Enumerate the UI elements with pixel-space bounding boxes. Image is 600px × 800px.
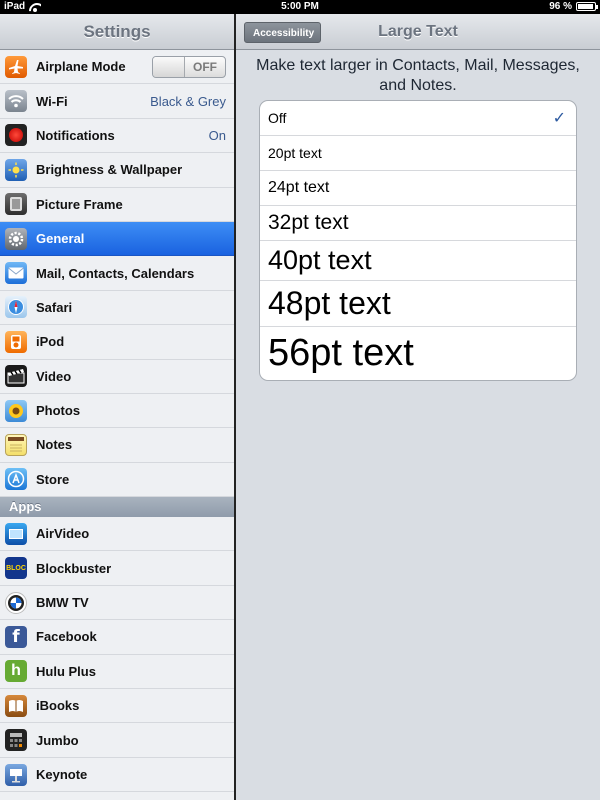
- sidebar-item-general[interactable]: General: [0, 221, 234, 257]
- sidebar-item-notifications[interactable]: Notifications On: [0, 118, 234, 154]
- text-size-option-20pt[interactable]: 20pt text: [260, 136, 576, 171]
- option-label: 56pt text: [268, 332, 414, 374]
- sidebar-item-label: BMW TV: [36, 595, 89, 611]
- sidebar-item-label: Jumbo: [36, 732, 79, 748]
- option-label: 32pt text: [268, 211, 349, 234]
- sidebar-item-notes[interactable]: Notes: [0, 428, 234, 463]
- app-store-icon: [5, 468, 27, 491]
- sidebar-item-label: Mail, Contacts, Calendars: [36, 265, 195, 281]
- wifi-icon: [5, 90, 27, 113]
- blockbuster-icon: BLOC: [5, 557, 27, 580]
- apps-section-header: Apps: [0, 497, 234, 518]
- clapperboard-icon: [5, 365, 27, 388]
- option-label: 48pt text: [268, 285, 391, 321]
- wifi-network-value: Black & Grey: [150, 93, 226, 109]
- calculator-icon: [5, 729, 27, 752]
- option-label: 40pt text: [268, 245, 372, 275]
- text-size-option-off[interactable]: Off ✓: [260, 101, 576, 136]
- sidebar-item-airplane-mode[interactable]: Airplane Mode OFF: [0, 50, 234, 85]
- keynote-icon: [5, 763, 27, 786]
- sidebar-item-label: Blockbuster: [36, 560, 112, 576]
- airplane-icon: [5, 55, 27, 78]
- sidebar-item-label: Hulu Plus: [36, 663, 96, 679]
- detail-pane: Large Text Accessibility Make text large…: [236, 14, 600, 800]
- sidebar-item-label: iPod: [36, 334, 65, 350]
- sidebar-item-blockbuster[interactable]: BLOC Blockbuster: [0, 551, 234, 586]
- sidebar-item-label: General: [36, 231, 85, 247]
- back-button[interactable]: Accessibility: [244, 22, 322, 43]
- settings-title: Settings: [0, 14, 234, 50]
- hulu-icon: h: [5, 660, 27, 683]
- option-label: Off: [268, 110, 287, 126]
- notepad-icon: [5, 433, 27, 456]
- status-bar: iPad 5:00 PM 96 %: [0, 0, 600, 14]
- text-size-option-40pt[interactable]: 40pt text: [260, 241, 576, 281]
- text-size-option-32pt[interactable]: 32pt text: [260, 206, 576, 241]
- sidebar-item-label: Airplane Mode: [36, 59, 126, 75]
- sidebar-item-airvideo[interactable]: AirVideo: [0, 517, 234, 552]
- toggle-state: OFF: [193, 59, 217, 74]
- sidebar-item-label: Photos: [36, 403, 81, 419]
- sidebar-item-label: iBooks: [36, 698, 80, 714]
- checkmark-icon: ✓: [552, 110, 566, 127]
- sidebar-item-ibooks[interactable]: iBooks: [0, 689, 234, 724]
- text-size-option-24pt[interactable]: 24pt text: [260, 171, 576, 206]
- notifications-icon: [5, 124, 27, 147]
- battery-icon: [576, 2, 598, 11]
- sidebar-item-label: Keynote: [36, 767, 88, 782]
- sidebar-item-label: Notifications: [36, 127, 115, 143]
- sidebar-item-label: Safari: [36, 299, 73, 315]
- sidebar-item-safari[interactable]: Safari: [0, 290, 234, 326]
- sidebar-item-ipod[interactable]: iPod: [0, 325, 234, 360]
- text-size-options: Off ✓ 20pt text 24pt text 32pt text 40pt…: [259, 100, 577, 381]
- airvideo-icon: [5, 522, 27, 545]
- picture-frame-icon: [5, 193, 27, 216]
- sidebar-item-label: Store: [36, 471, 70, 487]
- sidebar-item-partial: [0, 792, 234, 800]
- sidebar-item-bmw-tv[interactable]: BMW TV: [0, 585, 234, 621]
- sidebar-item-picture-frame[interactable]: Picture Frame: [0, 187, 234, 222]
- sidebar-item-label: Notes: [36, 437, 73, 453]
- gear-icon: [5, 227, 27, 250]
- airplane-mode-toggle[interactable]: OFF: [152, 55, 226, 78]
- bmw-logo-icon: [5, 591, 27, 614]
- brightness-icon: [5, 158, 27, 181]
- sidebar-item-label: Facebook: [36, 629, 97, 645]
- text-size-option-56pt[interactable]: 56pt text: [260, 327, 576, 380]
- sidebar-item-label: Video: [36, 368, 72, 384]
- sidebar-item-label: Brightness & Wallpaper: [36, 162, 183, 178]
- music-icon: [5, 330, 27, 353]
- sidebar-item-label: Picture Frame: [36, 196, 123, 212]
- sidebar-item-store[interactable]: Store: [0, 462, 234, 498]
- compass-icon: [5, 296, 27, 319]
- sidebar-item-hulu-plus[interactable]: h Hulu Plus: [0, 654, 234, 690]
- sidebar-item-label: Wi-Fi: [36, 93, 68, 109]
- sidebar-item-facebook[interactable]: f Facebook: [0, 620, 234, 655]
- status-time: 5:00 PM: [281, 1, 319, 12]
- sidebar-item-photos[interactable]: Photos: [0, 393, 234, 429]
- notifications-value: On: [208, 127, 226, 143]
- sidebar-item-brightness-wallpaper[interactable]: Brightness & Wallpaper: [0, 153, 234, 188]
- sidebar-item-mail-contacts-calendars[interactable]: Mail, Contacts, Calendars: [0, 256, 234, 291]
- book-icon: [5, 694, 27, 717]
- sidebar-item-wifi[interactable]: Wi-Fi Black & Grey: [0, 84, 234, 119]
- sidebar-item-video[interactable]: Video: [0, 359, 234, 394]
- facebook-icon: f: [5, 625, 27, 648]
- detail-nav-bar: Large Text Accessibility: [236, 14, 600, 50]
- sidebar-item-jumbo[interactable]: Jumbo: [0, 723, 234, 758]
- sidebar-item-label: AirVideo: [36, 526, 90, 542]
- option-label: 20pt text: [268, 145, 322, 161]
- settings-sidebar: Settings Airplane Mode OFF Wi-Fi Black &…: [0, 14, 234, 800]
- mail-icon: [5, 262, 27, 285]
- large-text-description: Make text larger in Contacts, Mail, Mess…: [256, 57, 580, 94]
- option-label: 24pt text: [268, 179, 330, 196]
- text-size-option-48pt[interactable]: 48pt text: [260, 281, 576, 327]
- sunflower-icon: [5, 399, 27, 422]
- sidebar-item-keynote[interactable]: Keynote: [0, 757, 234, 793]
- battery-percent: 96 %: [549, 1, 572, 12]
